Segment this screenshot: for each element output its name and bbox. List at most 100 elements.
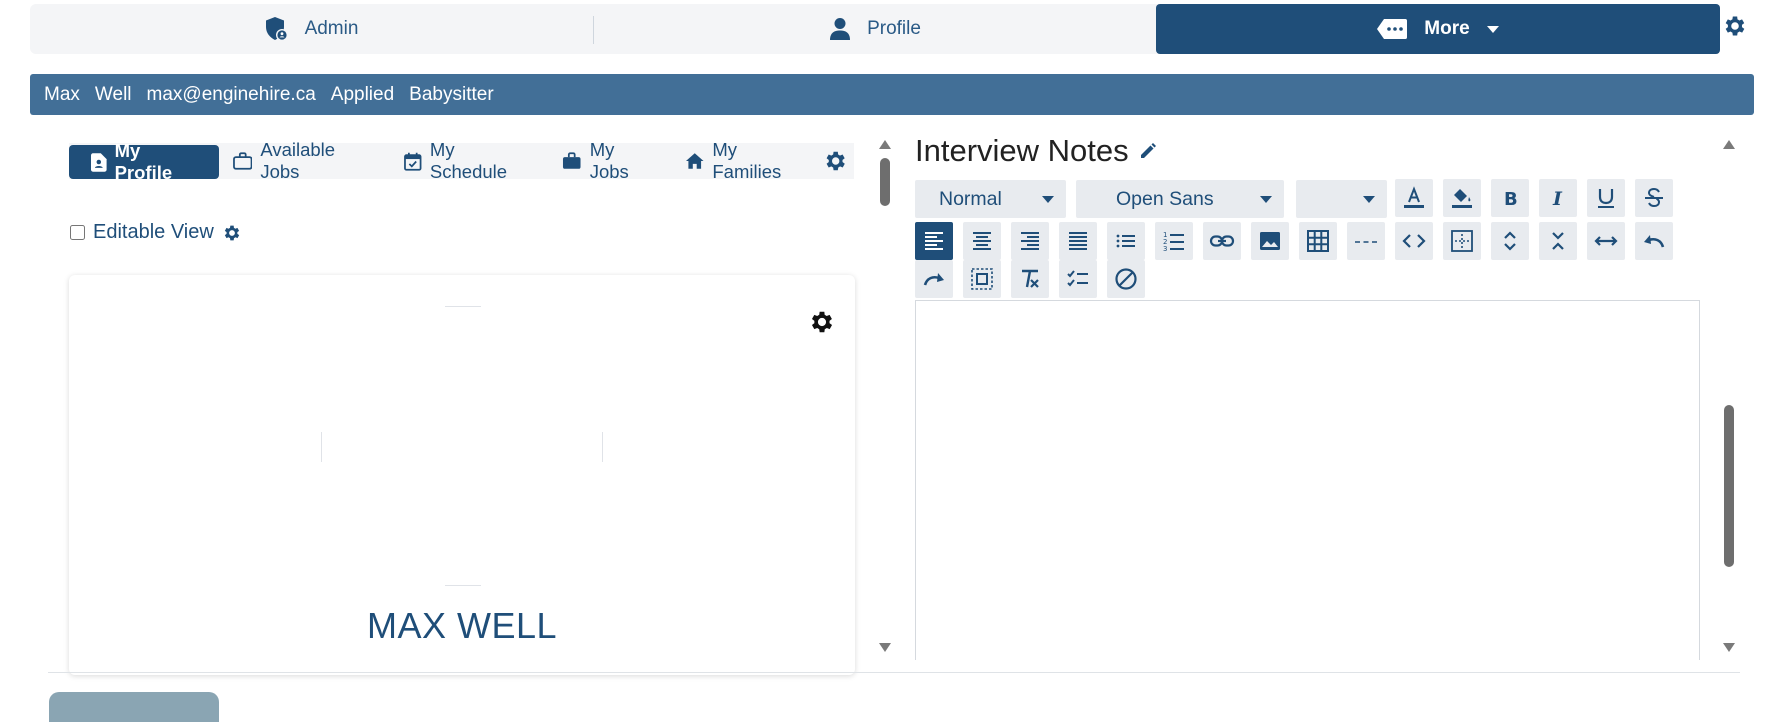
person-icon: [830, 18, 851, 40]
home-icon: [685, 153, 704, 169]
calendar-check-icon: [404, 152, 422, 171]
underline-icon: [1598, 189, 1614, 208]
paragraph-style-select[interactable]: Normal: [915, 180, 1066, 218]
editable-view-label: Editable View: [93, 221, 214, 243]
footer-button[interactable]: [49, 692, 219, 722]
bullet-list-icon: [1116, 234, 1135, 248]
chevrons-expand-icon: [1504, 231, 1516, 251]
checklist-icon: [1067, 270, 1088, 287]
briefcase-icon: [563, 152, 581, 169]
avatar-edge: [321, 432, 322, 462]
font-size-select[interactable]: [1296, 180, 1387, 218]
expand-vertical-button[interactable]: [1491, 222, 1529, 260]
more-tag-icon: [1377, 19, 1408, 39]
scroll-up-arrow-icon[interactable]: [1723, 140, 1735, 149]
status: Applied: [330, 83, 395, 105]
checklist-button[interactable]: [1059, 260, 1097, 298]
bullet-list-button[interactable]: [1107, 222, 1145, 260]
undo-button[interactable]: [1635, 222, 1673, 260]
tab-my-profile[interactable]: My Profile: [69, 140, 219, 183]
collapse-vertical-button[interactable]: [1539, 222, 1577, 260]
more-menu-button[interactable]: More: [1156, 4, 1720, 54]
tab-my-schedule[interactable]: My Schedule: [390, 139, 548, 182]
insert-image-button[interactable]: [1251, 222, 1289, 260]
align-right-button[interactable]: [1011, 222, 1049, 260]
avatar[interactable]: [321, 305, 603, 587]
numbered-list-icon: 123: [1163, 231, 1184, 253]
scrollbar-thumb[interactable]: [880, 158, 890, 206]
select-all-button[interactable]: [963, 260, 1001, 298]
tab-available-jobs[interactable]: Available Jobs: [219, 139, 391, 182]
align-right-icon: [1021, 232, 1039, 250]
card-settings-gear-icon[interactable]: [808, 308, 836, 336]
scroll-up-arrow-icon[interactable]: [879, 140, 891, 149]
arrows-horizontal-icon: [1594, 236, 1618, 246]
settings-gear-icon[interactable]: [1722, 13, 1748, 39]
redo-button[interactable]: [915, 260, 953, 298]
top-nav: Admin Profile More: [30, 4, 1720, 54]
editable-settings-gear-icon[interactable]: [222, 223, 242, 243]
show-blocks-button[interactable]: [1443, 222, 1481, 260]
tabs-settings-gear-icon[interactable]: [823, 148, 848, 174]
first-name: Max: [44, 83, 80, 105]
chevrons-collapse-icon: [1552, 232, 1564, 250]
scroll-down-arrow-icon[interactable]: [1723, 643, 1735, 652]
clear-formatting-button[interactable]: [1011, 260, 1049, 298]
italic-button[interactable]: I: [1539, 179, 1577, 217]
paragraph-style-value: Normal: [939, 187, 1002, 210]
disable-button[interactable]: [1107, 260, 1145, 298]
editable-view-toggle: Editable View: [70, 221, 242, 244]
horizontal-rule-icon: [1355, 241, 1377, 243]
insert-link-button[interactable]: [1203, 222, 1241, 260]
tab-my-jobs[interactable]: My Jobs: [548, 139, 671, 182]
no-entry-icon: [1115, 268, 1137, 290]
dotted-square-icon: [1451, 230, 1473, 252]
link-icon: [1209, 235, 1235, 247]
edit-pencil-icon[interactable]: [1139, 142, 1157, 160]
email: max@enginehire.ca: [146, 83, 316, 105]
left-panel-scrollbar[interactable]: [876, 140, 894, 652]
tab-admin[interactable]: Admin: [30, 4, 593, 54]
numbered-list-button[interactable]: 123: [1155, 222, 1193, 260]
horizontal-rule-button[interactable]: [1347, 222, 1385, 260]
notes-panel-scrollbar[interactable]: [1720, 140, 1738, 652]
notes-editor[interactable]: [915, 300, 1700, 660]
tab-my-profile-label: My Profile: [114, 140, 173, 183]
image-icon: [1260, 232, 1280, 250]
table-icon: [1307, 230, 1329, 252]
scrollbar-thumb[interactable]: [1724, 405, 1734, 567]
strikethrough-button[interactable]: [1635, 179, 1673, 217]
align-left-icon: [925, 232, 943, 250]
code-view-button[interactable]: [1395, 222, 1433, 260]
paint-bucket-icon: [1452, 189, 1472, 208]
underline-button[interactable]: [1587, 179, 1625, 217]
tab-my-families-label: My Families: [712, 139, 782, 182]
tab-profile[interactable]: Profile: [594, 4, 1156, 54]
bold-icon: B: [1504, 189, 1518, 210]
align-center-icon: [973, 232, 991, 250]
portal-tabs: My Profile Available Jobs My Schedule My…: [69, 139, 854, 183]
notes-title: Interview Notes: [915, 133, 1129, 168]
admin-shield-icon: [265, 17, 288, 41]
font-family-select[interactable]: Open Sans: [1076, 180, 1284, 218]
italic-icon: I: [1552, 188, 1563, 210]
bold-button[interactable]: B: [1491, 179, 1529, 217]
align-justify-button[interactable]: [1059, 222, 1097, 260]
notes-header: Interview Notes: [915, 133, 1157, 169]
tab-admin-label: Admin: [304, 18, 359, 39]
align-left-button[interactable]: [915, 222, 953, 260]
align-center-button[interactable]: [963, 222, 1001, 260]
tab-my-families[interactable]: My Families: [671, 139, 823, 182]
profile-name: MAX WELL: [366, 605, 558, 646]
highlight-color-button[interactable]: [1443, 179, 1481, 217]
avatar-edge: [602, 432, 603, 462]
caret-down-icon: [1042, 196, 1054, 203]
last-name: Well: [94, 83, 132, 105]
tab-my-schedule-label: My Schedule: [429, 139, 508, 182]
scroll-down-arrow-icon[interactable]: [879, 643, 891, 652]
full-width-button[interactable]: [1587, 222, 1625, 260]
font-color-icon: [1404, 186, 1424, 208]
editable-view-checkbox[interactable]: [70, 225, 85, 240]
insert-table-button[interactable]: [1299, 222, 1337, 260]
font-color-button[interactable]: [1395, 179, 1433, 217]
